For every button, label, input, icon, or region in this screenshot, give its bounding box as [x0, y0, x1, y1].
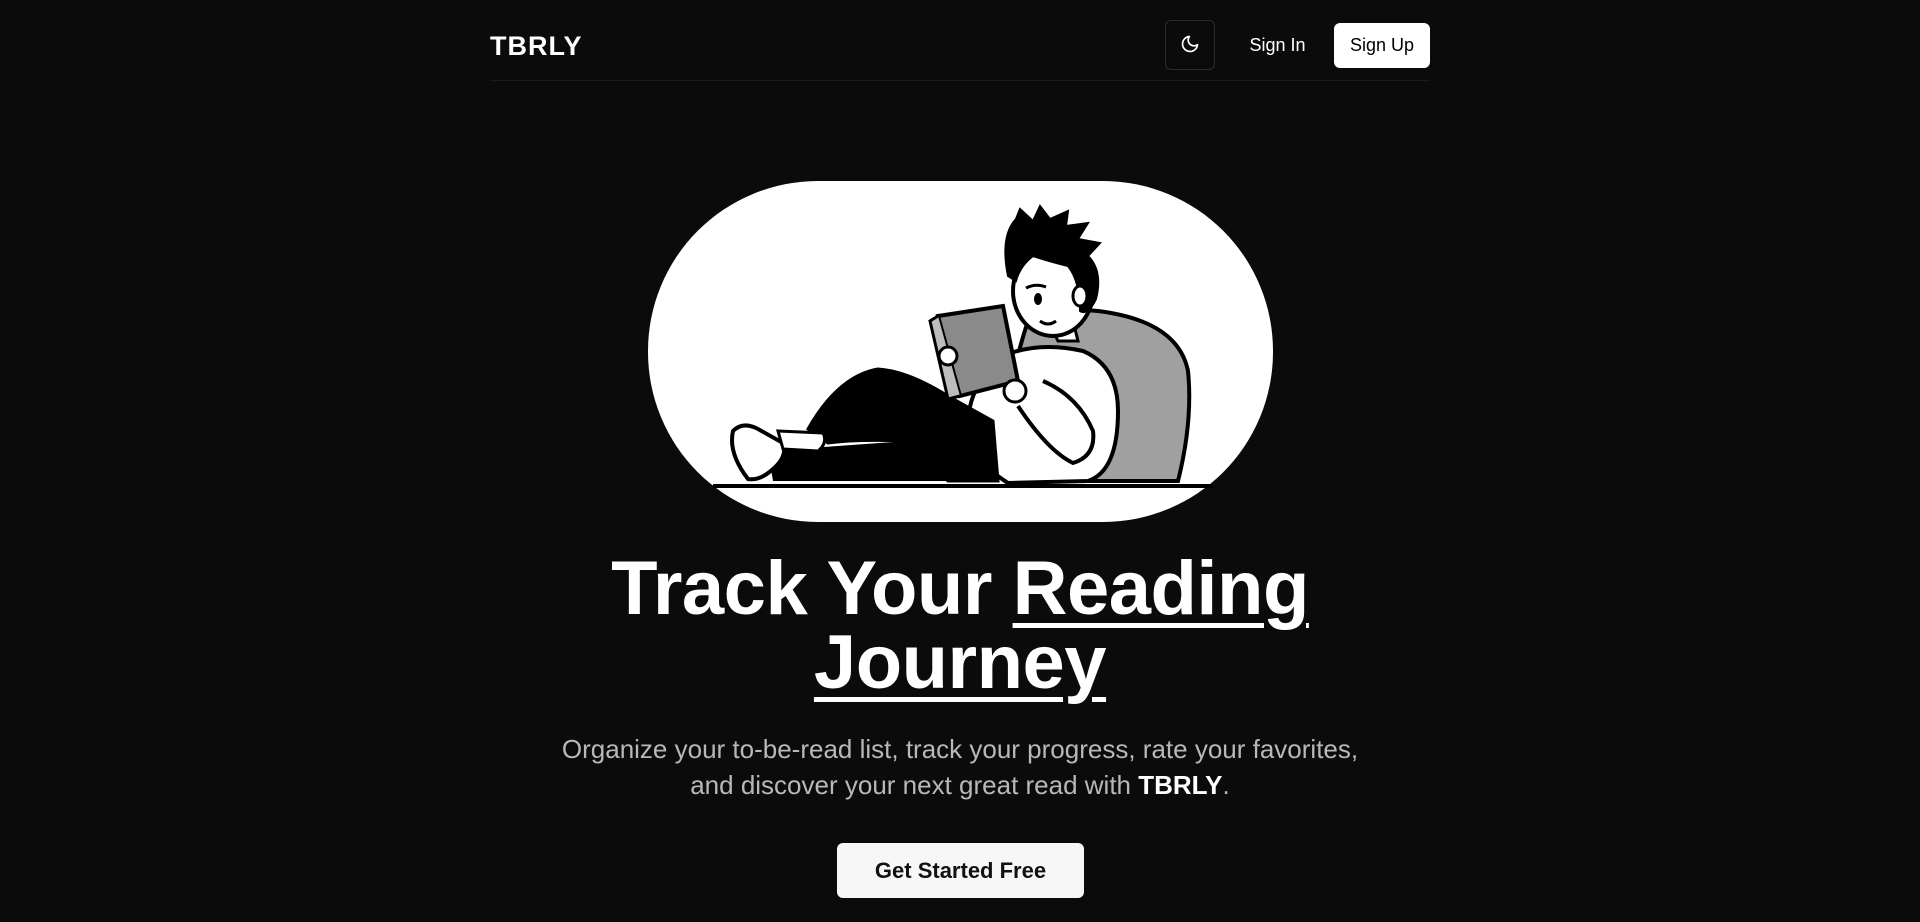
landing-page: TBRLY Sign In Sign Up Track Your Reading…: [0, 0, 1920, 922]
sign-up-button[interactable]: Sign Up: [1334, 23, 1430, 68]
moon-icon: [1180, 34, 1200, 57]
hero-illustration: [648, 181, 1273, 522]
subtitle-line-1: Organize your to-be-read list, track you…: [561, 734, 1359, 764]
theme-toggle-button[interactable]: [1165, 20, 1215, 70]
headline-highlight-reading: Reading: [1012, 546, 1310, 631]
sign-in-button[interactable]: Sign In: [1235, 23, 1320, 67]
headline-text: Track Your: [611, 546, 1013, 631]
subtitle-suffix: .: [1222, 770, 1230, 800]
top-nav: TBRLY Sign In Sign Up: [490, 0, 1430, 81]
headline-highlight-journey: Journey: [813, 620, 1107, 705]
logo[interactable]: TBRLY: [490, 31, 583, 61]
hero-headline: Track Your Reading Journey: [460, 551, 1460, 701]
subtitle-line-2: and discover your next great read with: [690, 770, 1139, 800]
hero-subtitle: Organize your to-be-read list, track you…: [520, 731, 1400, 803]
subtitle-brand: TBRLY: [1138, 770, 1223, 800]
get-started-button[interactable]: Get Started Free: [837, 843, 1084, 898]
